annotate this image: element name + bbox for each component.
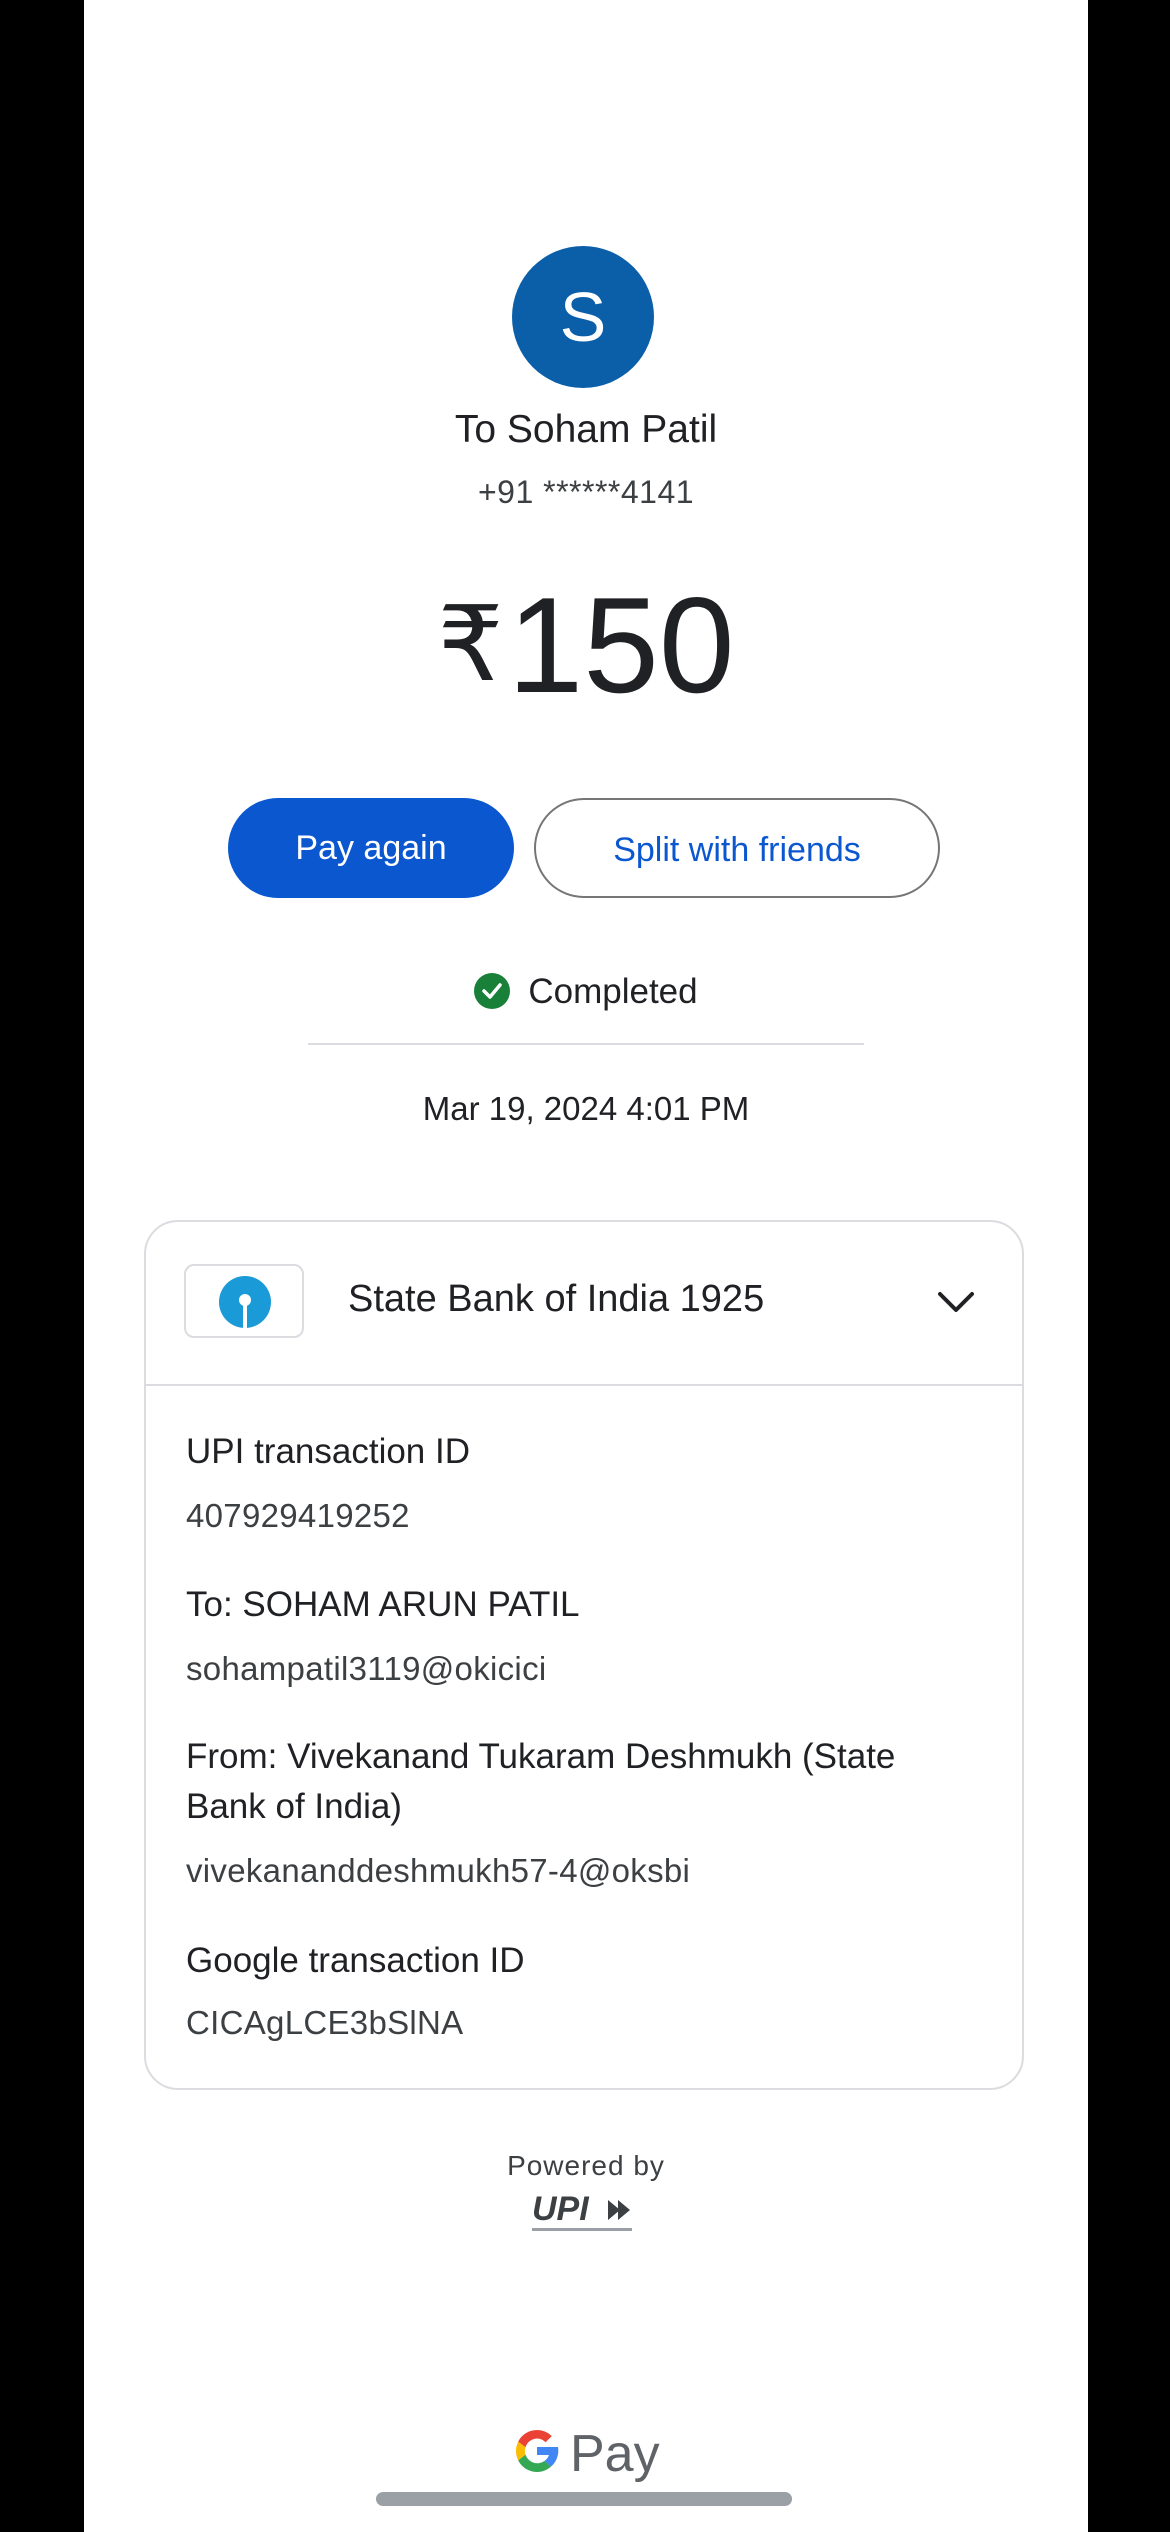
google-transaction-id-label: Google transaction ID — [186, 1941, 525, 1980]
divider — [308, 1043, 864, 1045]
upi-transaction-id-value: 407929419252 — [186, 1497, 410, 1534]
avatar-initial: S — [559, 278, 607, 356]
split-with-friends-button[interactable]: Split with friends — [534, 798, 940, 898]
powered-by-text: Powered by — [507, 2150, 665, 2181]
to-recipient-upi-id: sohampatil3119@okicici — [186, 1650, 547, 1687]
payment-status: Completed — [84, 972, 1088, 1012]
status-text: Completed — [528, 972, 698, 1011]
payment-amount: ₹150 — [84, 570, 1088, 720]
from-sender-label: From: Vivekanand Tukaram Deshmukh (State… — [186, 1737, 896, 1826]
amount-value: 150 — [507, 569, 735, 721]
recipient-avatar: S — [512, 246, 654, 388]
transaction-details-screen: S To Soham Patil +91 ******4141 ₹150 Pay… — [84, 0, 1088, 2532]
bank-name: State Bank of India 1925 — [348, 1278, 765, 1320]
google-pay-logo: Pay — [512, 2422, 662, 2486]
home-indicator[interactable] — [376, 2492, 792, 2506]
currency-symbol: ₹ — [437, 587, 504, 703]
sbi-logo-icon — [184, 1264, 304, 1338]
recipient-phone: +91 ******4141 — [477, 474, 695, 510]
payment-datetime: Mar 19, 2024 4:01 PM — [422, 1090, 750, 1127]
recipient-name: To Soham Patil — [454, 408, 718, 451]
to-recipient-label: To: SOHAM ARUN PATIL — [186, 1585, 580, 1624]
google-g-icon — [515, 2430, 559, 2472]
upi-transaction-id-label: UPI transaction ID — [186, 1432, 470, 1471]
upi-logo: UPI — [528, 2186, 644, 2242]
google-transaction-id-value: CICAgLCE3bSlNA — [186, 2004, 464, 2041]
from-sender-upi-id: vivekananddeshmukh57-4@oksbi — [186, 1852, 691, 1889]
bank-account-header[interactable]: State Bank of India 1925 — [146, 1222, 1022, 1386]
pay-again-button[interactable]: Pay again — [228, 798, 514, 898]
upi-logo-text: UPI — [532, 2190, 590, 2228]
chevron-down-icon[interactable] — [934, 1282, 978, 1322]
transaction-details-card: State Bank of India 1925 UPI transaction… — [144, 1220, 1024, 2090]
pay-text: Pay — [570, 2425, 660, 2483]
check-circle-icon — [474, 973, 511, 1009]
